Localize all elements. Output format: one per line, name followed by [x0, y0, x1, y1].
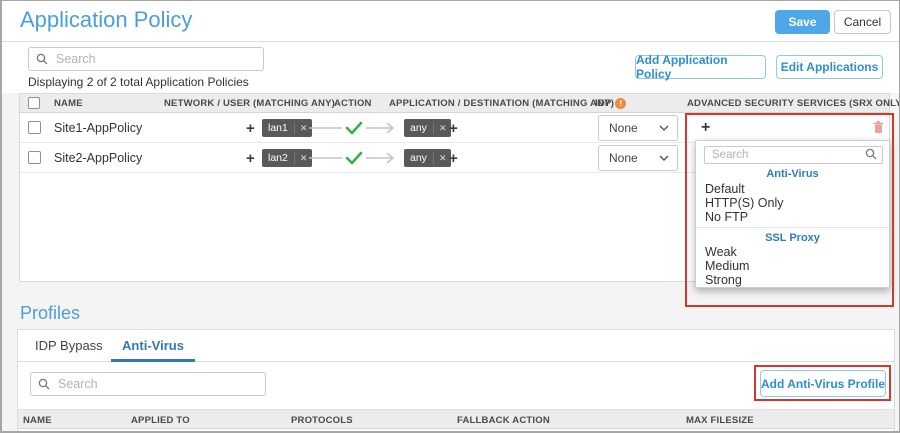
divider: [696, 227, 889, 228]
idp-select[interactable]: None: [598, 145, 678, 171]
option-strong[interactable]: Strong: [705, 273, 885, 287]
add-network-icon[interactable]: +: [246, 151, 255, 166]
network-tag-chip: lan1 ✕: [262, 119, 313, 137]
add-network-icon[interactable]: +: [246, 121, 255, 136]
profiles-tabs: IDP Bypass Anti-Virus: [18, 330, 894, 362]
network-tag-chip: lan2 ✕: [262, 149, 313, 167]
chevron-down-icon: [659, 155, 677, 161]
column-name: NAME: [54, 98, 83, 109]
search-icon: [36, 53, 48, 65]
action-allow-indicator: [309, 151, 395, 165]
active-tab-underline: [111, 359, 195, 362]
edit-applications-button[interactable]: Edit Applications: [776, 55, 883, 79]
profiles-heading: Profiles: [20, 303, 81, 323]
group-label-ssl-proxy: SSL Proxy: [765, 232, 820, 244]
column-advanced-security: ADVANCED SECURITY SERVICES (SRX ONLY): [687, 98, 900, 109]
table-row: Site1-AppPolicy + lan1 ✕ any ✕ + None +: [20, 113, 889, 143]
idp-select[interactable]: None: [598, 115, 678, 141]
option-https-only[interactable]: HTTP(S) Only: [705, 196, 885, 210]
column-protocols: PROTOCOLS: [291, 415, 353, 426]
column-network-user: NETWORK / USER (MATCHING ANY): [164, 98, 335, 109]
save-button[interactable]: Save: [775, 10, 830, 34]
policy-table-header: NAME NETWORK / USER (MATCHING ANY) ACTIO…: [20, 94, 899, 113]
option-no-ftp[interactable]: No FTP: [705, 210, 885, 224]
profiles-search-input[interactable]: [30, 372, 266, 396]
action-allow-indicator: [309, 121, 395, 135]
chevron-down-icon: [659, 125, 677, 131]
row-checkbox[interactable]: [28, 121, 41, 134]
services-search: [704, 145, 883, 164]
column-idp: IDP!: [595, 98, 627, 109]
option-default[interactable]: Default: [705, 182, 885, 196]
column-max-filesize: MAX FILESIZE: [686, 415, 754, 426]
add-application-icon[interactable]: +: [449, 121, 458, 136]
add-application-policy-button[interactable]: Add Application Policy: [635, 53, 766, 81]
header-bar: Application Policy Save Cancel: [2, 1, 899, 42]
page-title: Application Policy: [20, 7, 193, 32]
column-application-destination: APPLICATION / DESTINATION (MATCHING ANY): [389, 98, 615, 109]
application-tag-chip: any ✕: [404, 149, 452, 167]
profiles-panel: IDP Bypass Anti-Virus Add Anti-Virus Pro…: [17, 329, 895, 431]
row-checkbox[interactable]: [28, 151, 41, 164]
services-search-input[interactable]: [704, 146, 883, 164]
displaying-count: Displaying 2 of 2 total Application Poli…: [28, 75, 249, 89]
search-icon: [38, 378, 50, 390]
application-policy-page: Application Policy Save Cancel Displayin…: [0, 0, 900, 433]
column-applied-to: APPLIED TO: [131, 415, 190, 426]
tab-anti-virus[interactable]: Anti-Virus: [111, 330, 195, 362]
policy-name: Site1-AppPolicy: [54, 121, 143, 135]
add-application-icon[interactable]: +: [449, 151, 458, 166]
select-all-checkbox[interactable]: [28, 97, 40, 109]
option-medium[interactable]: Medium: [705, 259, 885, 273]
policy-search: [28, 47, 264, 71]
tab-idp-bypass[interactable]: IDP Bypass: [35, 330, 103, 362]
policy-name: Site2-AppPolicy: [54, 151, 143, 165]
column-action: ACTION: [334, 98, 372, 109]
search-icon: [865, 148, 877, 160]
application-tag-chip: any ✕: [404, 119, 452, 137]
services-dropdown: Anti-Virus Default HTTP(S) Only No FTP S…: [695, 140, 890, 288]
option-weak[interactable]: Weak: [705, 245, 885, 259]
cancel-button[interactable]: Cancel: [834, 10, 891, 34]
group-label-anti-virus: Anti-Virus: [766, 168, 819, 180]
add-service-icon[interactable]: +: [701, 120, 710, 136]
policy-search-input[interactable]: [28, 47, 264, 71]
profiles-table-header: NAME APPLIED TO PROTOCOLS FALLBACK ACTIO…: [18, 409, 894, 429]
column-fallback-action: FALLBACK ACTION: [457, 415, 550, 426]
column-name: NAME: [23, 415, 52, 426]
add-anti-virus-profile-button[interactable]: Add Anti-Virus Profile: [760, 370, 886, 397]
trash-icon[interactable]: [873, 121, 884, 134]
profiles-search: [30, 372, 266, 396]
idp-info-icon[interactable]: !: [615, 98, 627, 109]
